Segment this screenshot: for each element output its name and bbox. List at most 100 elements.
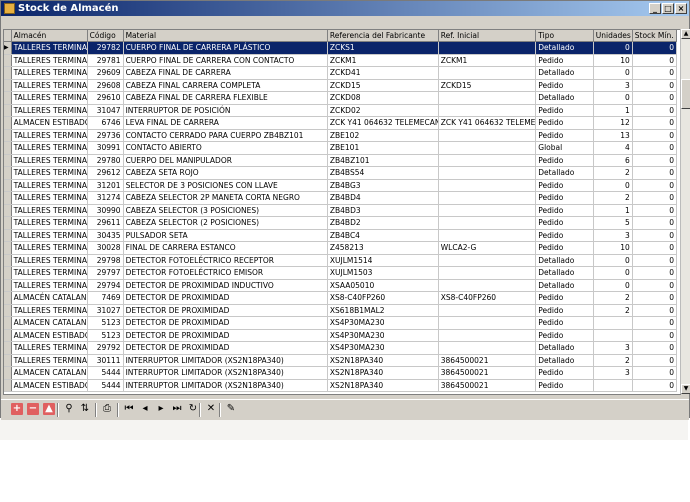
cell-stock-min[interactable]: 0: [632, 191, 678, 205]
cell-tipo[interactable]: Pedido: [535, 154, 594, 167]
cell-almacen[interactable]: TALLERES TERMINA: [11, 154, 88, 167]
close-button[interactable]: ×: [675, 3, 687, 14]
cell-ref-ini[interactable]: [438, 329, 537, 342]
cell-stock-min[interactable]: 0: [632, 379, 678, 392]
cell-tipo[interactable]: Detallado: [535, 341, 594, 355]
cell-ref-fab[interactable]: XS8-C40FP260: [327, 291, 439, 305]
cell-material[interactable]: CABEZA SETA ROJO: [123, 166, 328, 180]
cell-tipo[interactable]: Pedido: [535, 79, 594, 92]
cell-unidades[interactable]: 10: [593, 241, 633, 255]
cell-ref-fab[interactable]: XS4P30MA230: [327, 316, 439, 330]
table-row[interactable]: TALLERES TERMINA 29780 CUERPO DEL MANIPULA…: [4, 154, 678, 167]
cell-ref-fab[interactable]: ZCKM1: [327, 54, 439, 67]
cell-material[interactable]: CUERPO FINAL DE CARRERA PLÁSTICO: [123, 41, 328, 55]
cell-ref-ini[interactable]: WLCA2-G: [438, 241, 537, 255]
cell-almacen[interactable]: TALLERES TERMINA: [11, 166, 88, 180]
cell-material[interactable]: CABEZA FINAL DE CARRERA FLEXIBLE: [123, 91, 328, 105]
row-indicator[interactable]: [4, 316, 12, 330]
cell-tipo[interactable]: Detallado: [535, 266, 594, 280]
cell-codigo[interactable]: 29797: [87, 266, 124, 280]
scroll-up-icon[interactable]: ▲: [681, 29, 690, 39]
cell-unidades[interactable]: 1: [593, 204, 633, 217]
cell-codigo[interactable]: 29610: [87, 91, 124, 105]
cell-codigo[interactable]: 30991: [87, 141, 124, 155]
cell-ref-ini[interactable]: [438, 266, 537, 280]
cell-ref-fab[interactable]: XS4P30MA230: [327, 329, 439, 342]
column-header-tipo[interactable]: Tipo: [535, 30, 594, 42]
cell-unidades[interactable]: 2: [593, 166, 633, 180]
cell-unidades[interactable]: 0: [593, 41, 633, 55]
cell-almacen[interactable]: TALLERES TERMINA: [11, 191, 88, 205]
cell-unidades[interactable]: 0: [593, 91, 633, 105]
prev-record-button[interactable]: ◂: [139, 403, 151, 415]
table-row[interactable]: ▶ TALLERES TERMINA 29782 CUERPO FINAL DE CA…: [4, 41, 678, 55]
cell-ref-ini[interactable]: [438, 304, 537, 317]
row-indicator[interactable]: [4, 266, 12, 280]
cell-ref-fab[interactable]: ZB4BS54: [327, 166, 439, 180]
cell-stock-min[interactable]: 0: [632, 304, 678, 317]
cell-unidades[interactable]: 12: [593, 116, 633, 130]
cell-tipo[interactable]: Pedido: [535, 366, 594, 380]
cell-tipo[interactable]: Global: [535, 141, 594, 155]
cell-ref-fab[interactable]: ZB4BD3: [327, 204, 439, 217]
row-indicator[interactable]: [4, 54, 12, 67]
table-row[interactable]: TALLERES TERMINA 31027 DETECTOR DE PROXIMI…: [4, 304, 678, 317]
cell-codigo[interactable]: 29608: [87, 79, 124, 92]
table-row[interactable]: ALMACEN ESTIBADO 5444 INTERRUPTOR LIMITADO…: [4, 379, 678, 392]
cell-ref-fab[interactable]: XS2N18PA340: [327, 354, 439, 367]
cell-stock-min[interactable]: 0: [632, 91, 678, 105]
cell-tipo[interactable]: Detallado: [535, 254, 594, 267]
cell-stock-min[interactable]: 0: [632, 266, 678, 280]
cell-codigo[interactable]: 29780: [87, 154, 124, 167]
cell-tipo[interactable]: Detallado: [535, 166, 594, 180]
cell-almacen[interactable]: TALLERES TERMINA: [11, 216, 88, 230]
cell-codigo[interactable]: 29794: [87, 279, 124, 292]
cell-codigo[interactable]: 30028: [87, 241, 124, 255]
cell-almacen[interactable]: TALLERES TERMINA: [11, 266, 88, 280]
cell-unidades[interactable]: 3: [593, 79, 633, 92]
table-row[interactable]: TALLERES TERMINA 30990 CABEZA SELECTOR (3 …: [4, 204, 678, 217]
cell-codigo[interactable]: 31201: [87, 179, 124, 192]
add-button[interactable]: +: [11, 403, 23, 415]
next-record-button[interactable]: ▸: [155, 403, 167, 415]
row-indicator[interactable]: [4, 66, 12, 80]
cell-tipo[interactable]: Pedido: [535, 379, 594, 392]
row-indicator[interactable]: [4, 379, 12, 392]
column-header-stock-min[interactable]: Stock Mín.: [632, 30, 678, 42]
table-row[interactable]: TALLERES TERMINA 29781 CUERPO FINAL DE CAR…: [4, 54, 678, 67]
scroll-thumb[interactable]: [681, 79, 690, 109]
row-indicator[interactable]: [4, 216, 12, 230]
cell-almacen[interactable]: ALMACEN ESTIBADO: [11, 329, 88, 342]
cell-tipo[interactable]: Pedido: [535, 116, 594, 130]
cell-unidades[interactable]: 0: [593, 266, 633, 280]
cell-stock-min[interactable]: 0: [632, 354, 678, 367]
maximize-button[interactable]: □: [662, 3, 674, 14]
cell-codigo[interactable]: 5444: [87, 366, 124, 380]
table-row[interactable]: TALLERES TERMINA 29797 DETECTOR FOTOELÉCTR…: [4, 266, 678, 280]
table-row[interactable]: ALMACEN CATALAN 5123 DETECTOR DE PROXIMIDA…: [4, 316, 678, 330]
cell-unidades[interactable]: 2: [593, 191, 633, 205]
cell-material[interactable]: CABEZA SELECTOR 2P MANETA CORTA NEGRO: [123, 191, 328, 205]
row-indicator[interactable]: [4, 129, 12, 142]
cell-material[interactable]: INTERRUPTOR DE POSICIÓN: [123, 104, 328, 117]
cell-stock-min[interactable]: 0: [632, 166, 678, 180]
cell-tipo[interactable]: Detallado: [535, 279, 594, 292]
row-indicator[interactable]: [4, 341, 12, 355]
cell-codigo[interactable]: 29792: [87, 341, 124, 355]
cell-ref-ini[interactable]: [438, 41, 537, 55]
cell-material[interactable]: INTERRUPTOR LIMITADOR (XS2N18PA340): [123, 354, 328, 367]
cell-stock-min[interactable]: 0: [632, 154, 678, 167]
cell-unidades[interactable]: 2: [593, 304, 633, 317]
cell-ref-fab[interactable]: XS4P30MA230: [327, 341, 439, 355]
row-indicator[interactable]: [4, 279, 12, 292]
row-indicator[interactable]: [4, 79, 12, 92]
title-bar[interactable]: Stock de Almacén _ □ ×: [1, 1, 689, 16]
table-row[interactable]: ALMACEN ESTIBADO 6746 LEVA FINAL DE CARRER…: [4, 116, 678, 130]
cell-tipo[interactable]: Pedido: [535, 179, 594, 192]
cell-almacen[interactable]: TALLERES TERMINA: [11, 204, 88, 217]
cell-ref-fab[interactable]: ZCKD08: [327, 91, 439, 105]
cell-ref-ini[interactable]: ZCK Y41 064632 TELEMECAN: [438, 116, 537, 130]
cell-ref-ini[interactable]: [438, 229, 537, 242]
cell-stock-min[interactable]: 0: [632, 141, 678, 155]
cell-almacen[interactable]: TALLERES TERMINA: [11, 141, 88, 155]
